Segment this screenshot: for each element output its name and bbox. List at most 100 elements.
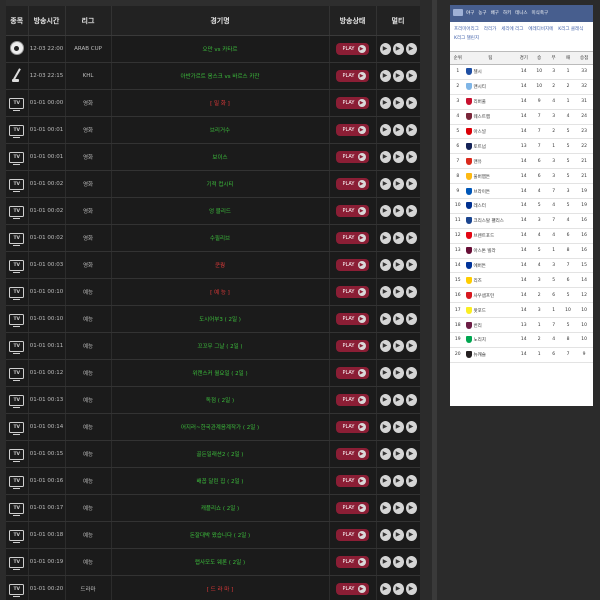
match-title[interactable]: [ 밀 화 ] — [111, 89, 330, 117]
play-button[interactable]: PLAY ▶ — [336, 232, 369, 244]
multi-play-button-2[interactable]: ▶ — [392, 367, 404, 379]
multi-play-button-1[interactable]: ▶ — [379, 313, 391, 325]
league-link[interactable]: K리그 클래식 — [558, 27, 583, 32]
multi-play-button-2[interactable]: ▶ — [392, 151, 404, 163]
multi-play-button-2[interactable]: ▶ — [392, 286, 404, 298]
multi-play-button-1[interactable]: ▶ — [379, 556, 391, 568]
match-title[interactable]: 오만 vs 카타르 — [111, 35, 330, 63]
match-title[interactable]: 기적 컵시티 — [111, 170, 330, 198]
multi-play-button-2[interactable]: ▶ — [392, 124, 404, 136]
play-button[interactable]: PLAY ▶ — [336, 259, 369, 271]
multi-play-button-2[interactable]: ▶ — [392, 421, 404, 433]
play-button[interactable]: PLAY ▶ — [336, 43, 369, 55]
match-title[interactable]: 랩사모도 웨론 ( 2일 ) — [111, 548, 330, 576]
multi-play-button-1[interactable]: ▶ — [379, 448, 391, 460]
league-link[interactable]: 프리미어리그 — [454, 27, 479, 32]
multi-play-button-1[interactable]: ▶ — [379, 259, 391, 271]
multi-play-button-1[interactable]: ▶ — [379, 340, 391, 352]
multi-play-button-2[interactable]: ▶ — [392, 583, 404, 595]
multi-play-button-3[interactable]: ▶ — [405, 475, 417, 487]
match-title[interactable]: 브리거수 — [111, 116, 330, 144]
play-button[interactable]: PLAY ▶ — [336, 70, 369, 82]
multi-play-button-3[interactable]: ▶ — [405, 205, 417, 217]
play-button[interactable]: PLAY ▶ — [336, 502, 369, 514]
multi-play-button-3[interactable]: ▶ — [405, 151, 417, 163]
sport-tab[interactable]: 하키 — [503, 11, 511, 16]
multi-play-button-3[interactable]: ▶ — [405, 232, 417, 244]
play-button[interactable]: PLAY ▶ — [336, 313, 369, 325]
play-button[interactable]: PLAY ▶ — [336, 205, 369, 217]
match-title[interactable]: 골든일래션2 ( 2일 ) — [111, 440, 330, 468]
multi-play-button-2[interactable]: ▶ — [392, 313, 404, 325]
play-button[interactable]: PLAY ▶ — [336, 178, 369, 190]
multi-play-button-2[interactable]: ▶ — [392, 97, 404, 109]
multi-play-button-2[interactable]: ▶ — [392, 529, 404, 541]
sport-tab[interactable]: 미식축구 — [532, 11, 549, 16]
multi-play-button-1[interactable]: ▶ — [379, 232, 391, 244]
match-title[interactable]: 위캔스커 월요일 ( 2일 ) — [111, 359, 330, 387]
multi-play-button-3[interactable]: ▶ — [405, 259, 417, 271]
match-title[interactable]: 배꼽 달린 집 ( 2일 ) — [111, 467, 330, 495]
play-button[interactable]: PLAY ▶ — [336, 448, 369, 460]
multi-play-button-1[interactable]: ▶ — [379, 583, 391, 595]
multi-play-button-1[interactable]: ▶ — [379, 529, 391, 541]
multi-play-button-1[interactable]: ▶ — [379, 475, 391, 487]
match-title[interactable]: 어지러~한국관계음계작가 ( 2일 ) — [111, 413, 330, 441]
multi-play-button-3[interactable]: ▶ — [405, 448, 417, 460]
multi-play-button-3[interactable]: ▶ — [405, 43, 417, 55]
multi-play-button-1[interactable]: ▶ — [379, 178, 391, 190]
multi-play-button-2[interactable]: ▶ — [392, 205, 404, 217]
match-title[interactable]: 아반가르트 옴스크 vs 바르스 카잔 — [111, 62, 330, 90]
multi-play-button-3[interactable]: ▶ — [405, 70, 417, 82]
match-title[interactable]: [ 드 라 마 ] — [111, 575, 330, 600]
multi-play-button-3[interactable]: ▶ — [405, 313, 417, 325]
multi-play-button-1[interactable]: ▶ — [379, 70, 391, 82]
multi-play-button-3[interactable]: ▶ — [405, 502, 417, 514]
match-title[interactable]: 돈잘대박 왔습니다 ( 2일 ) — [111, 521, 330, 549]
league-link[interactable]: K리그 챌린지 — [454, 36, 479, 41]
match-title[interactable]: 엉 블리드 — [111, 197, 330, 225]
play-button[interactable]: PLAY ▶ — [336, 340, 369, 352]
league-link[interactable]: 에레디비지에 — [528, 27, 553, 32]
multi-play-button-2[interactable]: ▶ — [392, 340, 404, 352]
league-link[interactable]: 라리가 — [484, 27, 496, 32]
match-title[interactable]: 도시어부3 ( 2일 ) — [111, 305, 330, 333]
multi-play-button-2[interactable]: ▶ — [392, 43, 404, 55]
multi-play-button-3[interactable]: ▶ — [405, 340, 417, 352]
multi-play-button-2[interactable]: ▶ — [392, 448, 404, 460]
multi-play-button-1[interactable]: ▶ — [379, 151, 391, 163]
match-title[interactable]: 쿤퀑 — [111, 251, 330, 279]
multi-play-button-2[interactable]: ▶ — [392, 70, 404, 82]
play-button[interactable]: PLAY ▶ — [336, 475, 369, 487]
league-link[interactable]: 세리에 리그 — [501, 27, 523, 32]
play-button[interactable]: PLAY ▶ — [336, 367, 369, 379]
match-title[interactable]: 독점 ( 2일 ) — [111, 386, 330, 414]
multi-play-button-2[interactable]: ▶ — [392, 475, 404, 487]
multi-play-button-2[interactable]: ▶ — [392, 502, 404, 514]
sport-tab[interactable]: 야구 — [466, 11, 474, 16]
multi-play-button-1[interactable]: ▶ — [379, 43, 391, 55]
multi-play-button-1[interactable]: ▶ — [379, 124, 391, 136]
play-button[interactable]: PLAY ▶ — [336, 529, 369, 541]
multi-play-button-2[interactable]: ▶ — [392, 394, 404, 406]
multi-play-button-3[interactable]: ▶ — [405, 97, 417, 109]
multi-play-button-1[interactable]: ▶ — [379, 421, 391, 433]
multi-play-button-1[interactable]: ▶ — [379, 367, 391, 379]
multi-play-button-1[interactable]: ▶ — [379, 97, 391, 109]
page-scrollbar[interactable] — [432, 0, 437, 600]
multi-play-button-3[interactable]: ▶ — [405, 421, 417, 433]
multi-play-button-1[interactable]: ▶ — [379, 502, 391, 514]
multi-play-button-1[interactable]: ▶ — [379, 286, 391, 298]
multi-play-button-3[interactable]: ▶ — [405, 178, 417, 190]
multi-play-button-3[interactable]: ▶ — [405, 556, 417, 568]
sport-tab[interactable]: 배구 — [491, 11, 499, 16]
multi-play-button-2[interactable]: ▶ — [392, 232, 404, 244]
multi-play-button-3[interactable]: ▶ — [405, 529, 417, 541]
multi-play-button-2[interactable]: ▶ — [392, 259, 404, 271]
multi-play-button-3[interactable]: ▶ — [405, 367, 417, 379]
match-title[interactable]: 보이스 — [111, 143, 330, 171]
multi-play-button-2[interactable]: ▶ — [392, 178, 404, 190]
play-button[interactable]: PLAY ▶ — [336, 286, 369, 298]
match-title[interactable]: 수필리브 — [111, 224, 330, 252]
match-title[interactable]: [ 예 능 ] — [111, 278, 330, 306]
